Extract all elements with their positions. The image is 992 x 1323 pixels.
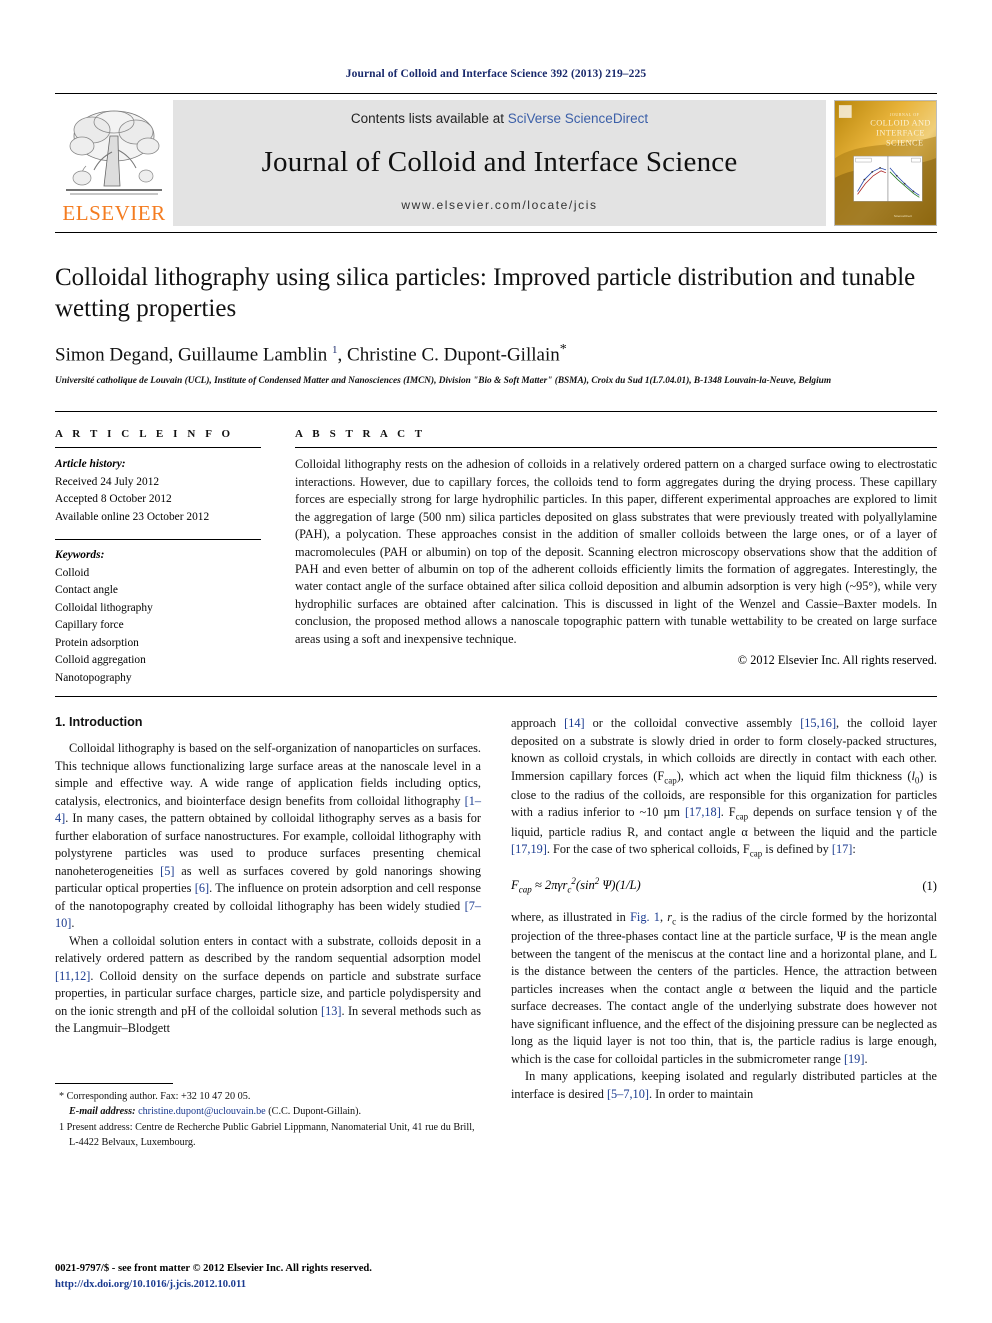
paragraph: approach [14] or the colloidal convectiv… xyxy=(511,715,937,859)
author-list: Simon Degand, Guillaume Lamblin 1, Chris… xyxy=(55,342,567,366)
page-title: Colloidal lithography using silica parti… xyxy=(55,264,916,322)
equation-expression: Fcap ≈ 2πγrc2(sin2 Ψ)(1/L) xyxy=(511,876,641,896)
footnote-divider xyxy=(55,1083,173,1085)
equation-number: (1) xyxy=(922,878,937,893)
article-info-heading: A R T I C L E I N F O xyxy=(55,428,234,441)
contents-prefix: Contents lists available at xyxy=(350,111,508,126)
body-left-column: 1. Introduction Colloidal lithography is… xyxy=(55,715,481,1228)
paragraph: where, as illustrated in Fig. 1, rc is t… xyxy=(511,910,937,1066)
footnote-present-address: 1 Present address: Centre de Recherche P… xyxy=(59,1121,475,1148)
paragraph: When a colloidal solution enters in cont… xyxy=(55,933,481,1036)
masthead-bottom-divider xyxy=(55,232,937,233)
keyword-item: Protein adsorption xyxy=(55,636,139,649)
history-item: Accepted 8 October 2012 xyxy=(55,493,172,506)
abstract-copyright: © 2012 Elsevier Inc. All rights reserved… xyxy=(737,653,937,668)
keyword-item: Colloid xyxy=(55,566,90,579)
paragraph: Colloidal lithography is based on the se… xyxy=(55,740,481,931)
article-info-divider xyxy=(55,447,261,449)
body-right-column: approach [14] or the colloidal convectiv… xyxy=(511,715,937,1228)
paragraph: In many applications, keeping isolated a… xyxy=(511,1069,937,1101)
journal-cover-thumbnail: JOURNAL OF COLLOID AND INTERFACE SCIENCE xyxy=(834,100,937,226)
footnotes: * Corresponding author. Fax: +32 10 47 2… xyxy=(55,1083,481,1149)
svg-text:JOURNAL OF: JOURNAL OF xyxy=(890,113,920,117)
abstract-bottom-divider xyxy=(55,695,937,697)
doi-link[interactable]: http://dx.doi.org/10.1016/j.jcis.2012.10… xyxy=(55,1277,372,1293)
info-top-divider xyxy=(55,411,937,413)
abstract-divider xyxy=(295,447,937,449)
elsevier-wordmark: ELSEVIER xyxy=(62,201,166,225)
email-address-link[interactable]: christine.dupont@uclouvain.be xyxy=(138,1106,266,1117)
history-item: Available online 23 October 2012 xyxy=(55,510,210,523)
svg-text:COLLOID AND: COLLOID AND xyxy=(870,119,931,128)
equation-1: Fcap ≈ 2πγrc2(sin2 Ψ)(1/L) (1) xyxy=(511,876,937,895)
journal-homepage-url[interactable]: www.elsevier.com/locate/jcis xyxy=(401,198,597,212)
sciencedirect-link[interactable]: SciVerse ScienceDirect xyxy=(508,111,648,126)
keyword-item: Colloid aggregation xyxy=(55,654,146,667)
elsevier-logo: ELSEVIER xyxy=(55,100,173,226)
email-owner: (C.C. Dupont-Gillain). xyxy=(268,1106,362,1118)
svg-text:SCIENCE: SCIENCE xyxy=(886,138,923,147)
header-divider xyxy=(55,93,937,94)
issn-copyright-line: 0021-9797/$ - see front matter © 2012 El… xyxy=(55,1263,372,1275)
svg-text:INTERFACE: INTERFACE xyxy=(876,129,925,138)
affiliation: Université catholique de Louvain (UCL), … xyxy=(55,376,832,387)
footnote-email: E-mail address: christine.dupont@uclouva… xyxy=(55,1104,481,1119)
svg-text:ScienceDirect: ScienceDirect xyxy=(894,214,912,218)
journal-masthead: ELSEVIER Contents lists available at Sci… xyxy=(55,100,937,226)
keywords-divider xyxy=(55,539,261,541)
journal-title: Journal of Colloid and Interface Science xyxy=(261,145,738,178)
elsevier-tree-icon xyxy=(66,110,162,195)
cover-artwork: JOURNAL OF COLLOID AND INTERFACE SCIENCE xyxy=(835,101,936,225)
article-info-column: A R T I C L E I N F O Article history: R… xyxy=(55,428,295,687)
keyword-item: Capillary force xyxy=(55,619,124,632)
section-heading-introduction: 1. Introduction xyxy=(55,714,143,729)
abstract-column: A B S T R A C T Colloidal lithography re… xyxy=(295,428,937,687)
keyword-item: Nanotopography xyxy=(55,671,132,684)
keywords-label: Keywords: xyxy=(55,549,105,562)
abstract-heading: A B S T R A C T xyxy=(295,428,426,441)
keyword-item: Colloidal lithography xyxy=(55,601,153,614)
email-label: E-mail address: xyxy=(69,1106,136,1118)
contents-available-line: Contents lists available at SciVerse Sci… xyxy=(351,111,648,126)
article-page: Journal of Colloid and Interface Science… xyxy=(0,0,992,1323)
article-history-label: Article history: xyxy=(55,458,126,471)
body-columns: 1. Introduction Colloidal lithography is… xyxy=(55,715,937,1228)
running-head: Journal of Colloid and Interface Science… xyxy=(345,68,647,80)
masthead-center: Contents lists available at SciVerse Sci… xyxy=(173,100,826,226)
page-footer: 0021-9797/$ - see front matter © 2012 El… xyxy=(55,1261,372,1293)
abstract-text: Colloidal lithography rests on the adhes… xyxy=(295,457,937,646)
footnote-corresponding-author: * Corresponding author. Fax: +32 10 47 2… xyxy=(59,1091,251,1103)
keyword-item: Contact angle xyxy=(55,584,118,597)
info-abstract-grid: A R T I C L E I N F O Article history: R… xyxy=(55,428,937,687)
history-item: Received 24 July 2012 xyxy=(55,475,160,488)
